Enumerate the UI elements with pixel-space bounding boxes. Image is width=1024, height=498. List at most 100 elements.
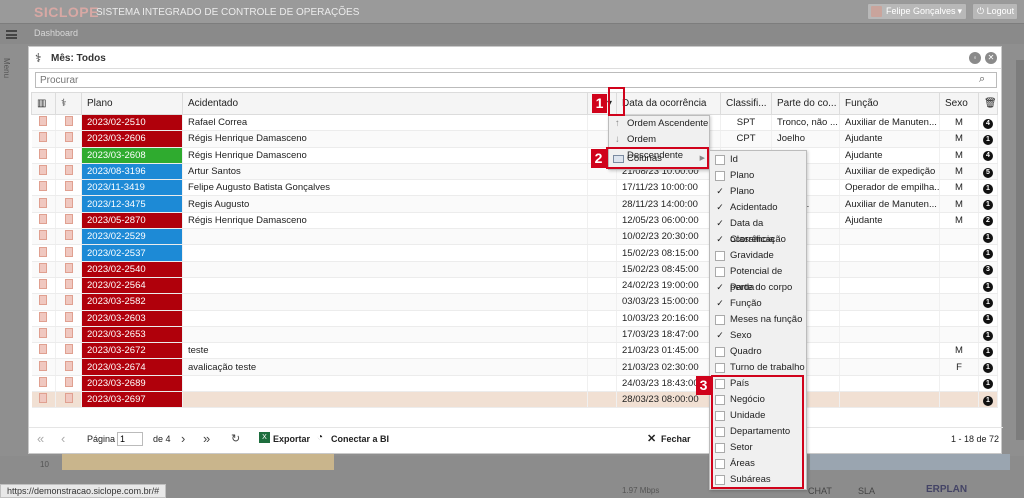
search-input[interactable]: [35, 72, 997, 88]
pdf-icon[interactable]: [39, 165, 48, 176]
col-header-injured[interactable]: ⚕: [55, 92, 82, 115]
column-option-item[interactable]: Turno de trabalho: [710, 360, 806, 376]
checkbox-checked-icon[interactable]: ✓: [715, 283, 725, 293]
column-option-item[interactable]: ✓ Data da ocorrência: [710, 216, 806, 245]
pdf-icon[interactable]: [64, 132, 73, 143]
pdf-icon[interactable]: [39, 393, 48, 404]
pdf-icon[interactable]: [64, 360, 73, 371]
hamburger-menu-icon[interactable]: [6, 30, 17, 39]
pdf-icon[interactable]: [64, 376, 73, 387]
pdf-icon[interactable]: [39, 262, 48, 273]
minimize-icon[interactable]: ◦: [969, 52, 981, 64]
last-page-button[interactable]: »: [203, 431, 210, 446]
pdf-icon[interactable]: [39, 213, 48, 224]
checkbox-icon[interactable]: [715, 171, 725, 181]
pdf-icon[interactable]: [39, 148, 48, 159]
column-option-item[interactable]: ✓ Plano: [710, 184, 806, 200]
pdf-icon[interactable]: [64, 393, 73, 404]
column-option-item[interactable]: ✓ Função: [710, 296, 806, 312]
pdf-icon[interactable]: [64, 262, 73, 273]
pdf-icon[interactable]: [64, 279, 73, 290]
pdf-icon[interactable]: [39, 132, 48, 143]
table-row[interactable]: 2023/05-2870 Régis Henrique Damasceno 12/0…: [31, 212, 998, 230]
col-header-funcao[interactable]: Função: [839, 92, 940, 115]
table-row[interactable]: 2023/11-3419 Felipe Augusto Batista Gonça…: [31, 179, 998, 197]
table-row[interactable]: 2023/03-2582 03/03/23 15:00:00 1: [31, 293, 998, 311]
user-menu-button[interactable]: Felipe Gonçalves ▾: [867, 3, 967, 20]
column-option-item[interactable]: Gravidade: [710, 248, 806, 264]
col-header-plano[interactable]: Plano: [81, 92, 183, 115]
pdf-icon[interactable]: [64, 181, 73, 192]
table-row[interactable]: 2023/02-2510 Rafael Correa SPT Tronco, não …: [31, 114, 998, 132]
pdf-icon[interactable]: [64, 246, 73, 257]
logout-button[interactable]: ⏻ Logout: [972, 3, 1018, 20]
pdf-icon[interactable]: [39, 360, 48, 371]
close-icon[interactable]: ✕: [985, 52, 997, 64]
column-option-item[interactable]: ✓ Parte do corpo: [710, 280, 806, 296]
pdf-icon[interactable]: [64, 116, 73, 127]
column-option-item[interactable]: Plano: [710, 168, 806, 184]
sort-ascending-item[interactable]: ↑ Ordem Ascendente: [609, 116, 709, 132]
column-option-item[interactable]: ✓ Classificação: [710, 232, 806, 248]
first-page-button[interactable]: «: [37, 431, 44, 446]
col-header-data[interactable]: Data da ocorrência: [616, 92, 721, 115]
pdf-icon[interactable]: [39, 246, 48, 257]
checkbox-icon[interactable]: [715, 251, 725, 261]
pdf-icon[interactable]: [64, 230, 73, 241]
table-row[interactable]: 2023/02-2529 10/02/23 20:30:00 1: [31, 228, 998, 246]
table-row[interactable]: 2023/03-2674 avalicação teste 21/03/23 02:…: [31, 358, 998, 376]
pdf-icon[interactable]: [39, 295, 48, 306]
checkbox-icon[interactable]: [715, 267, 725, 277]
table-row[interactable]: 2023/03-2689 24/03/23 18:43:00 1: [31, 375, 998, 393]
column-option-item[interactable]: ✓ Acidentado: [710, 200, 806, 216]
pdf-icon[interactable]: [64, 295, 73, 306]
dashboard-link[interactable]: Dashboard: [34, 28, 78, 38]
column-option-item[interactable]: Potencial de perda: [710, 264, 806, 293]
pdf-icon[interactable]: [39, 230, 48, 241]
connect-bi-button[interactable]: Conectar a BI: [331, 434, 389, 444]
col-header-trash[interactable]: 🗑: [978, 92, 998, 115]
pdf-icon[interactable]: [64, 148, 73, 159]
pdf-icon[interactable]: [64, 197, 73, 208]
pdf-icon[interactable]: [39, 279, 48, 290]
col-header-acidentado[interactable]: Acidentado: [182, 92, 588, 115]
chat-button[interactable]: CHAT: [808, 486, 832, 496]
pdf-icon[interactable]: [64, 344, 73, 355]
table-row[interactable]: 2023/03-2606 Régis Henrique Damasceno CPT J…: [31, 130, 998, 148]
export-button[interactable]: Exportar: [273, 434, 310, 444]
column-option-item[interactable]: ✓ Sexo: [710, 328, 806, 344]
checkbox-icon[interactable]: [715, 347, 725, 357]
pdf-icon[interactable]: [39, 197, 48, 208]
col-header-parte[interactable]: Parte do co...: [771, 92, 840, 115]
prev-page-button[interactable]: ‹: [61, 431, 65, 446]
col-header-classificacao[interactable]: Classifi...: [720, 92, 772, 115]
pdf-icon[interactable]: [39, 311, 48, 322]
column-option-item[interactable]: Id: [710, 152, 806, 168]
pdf-icon[interactable]: [39, 328, 48, 338]
checkbox-icon[interactable]: [715, 315, 725, 325]
checkbox-icon[interactable]: [715, 155, 725, 165]
checkbox-checked-icon[interactable]: ✓: [715, 299, 725, 309]
col-header-map[interactable]: ▥: [31, 92, 56, 115]
pdf-icon[interactable]: [39, 344, 48, 355]
pdf-icon[interactable]: [64, 311, 73, 322]
table-row[interactable]: 2023/02-2540 15/02/23 08:45:00 3: [31, 261, 998, 278]
checkbox-checked-icon[interactable]: ✓: [715, 331, 725, 341]
checkbox-checked-icon[interactable]: ✓: [715, 235, 725, 245]
checkbox-checked-icon[interactable]: ✓: [715, 219, 725, 229]
pdf-icon[interactable]: [64, 328, 73, 338]
column-option-item[interactable]: Meses na função: [710, 312, 806, 328]
column-option-item[interactable]: Quadro: [710, 344, 806, 360]
page-input[interactable]: [117, 432, 143, 446]
pdf-icon[interactable]: [39, 376, 48, 387]
table-row[interactable]: 2023/02-2537 15/02/23 08:15:00 1: [31, 244, 998, 262]
checkbox-checked-icon[interactable]: ✓: [715, 187, 725, 197]
pdf-icon[interactable]: [39, 181, 48, 192]
refresh-icon[interactable]: ↻: [231, 432, 240, 445]
sla-button[interactable]: SLA: [858, 486, 875, 496]
table-row[interactable]: 2023/03-2608 Régis Henrique Damasceno Ajud…: [31, 147, 998, 164]
next-page-button[interactable]: ›: [181, 431, 185, 446]
sort-descending-item[interactable]: ↓ Ordem Descendente: [609, 132, 709, 161]
pdf-icon[interactable]: [64, 213, 73, 224]
pdf-icon[interactable]: [39, 116, 48, 127]
